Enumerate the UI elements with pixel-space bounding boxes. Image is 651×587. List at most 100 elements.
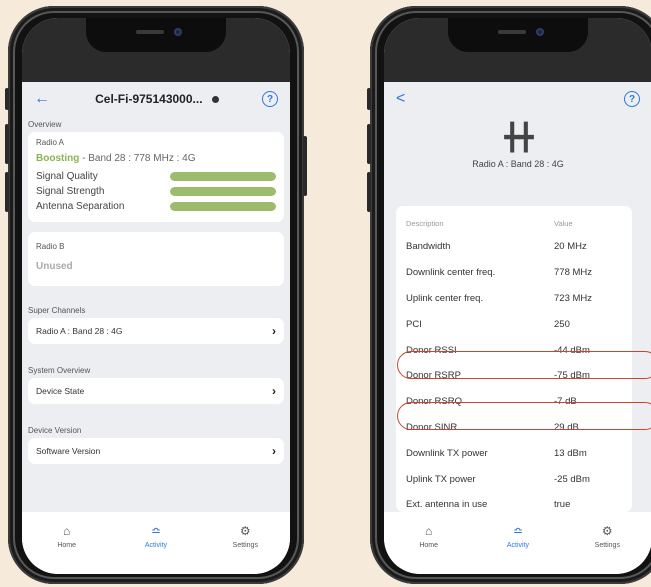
- chevron-right-icon: ›: [272, 384, 276, 398]
- highlight-donor-sinr: [397, 402, 651, 430]
- device-state-item[interactable]: Device State ›: [28, 378, 284, 404]
- tab-label: Settings: [232, 542, 258, 549]
- metric-label: Signal Quality: [36, 171, 98, 182]
- table-row: Uplink center freq. 723 MHz: [406, 286, 622, 312]
- bottom-nav: ⌂ Home ≏ Activity ⚙ Settings: [22, 512, 290, 574]
- speaker: [136, 30, 164, 34]
- home-icon: ⌂: [63, 524, 71, 538]
- tab-settings[interactable]: ⚙ Settings: [577, 524, 637, 574]
- row-description: Ext. antenna in use: [406, 499, 488, 511]
- phone-left: ← Cel-Fi-975143000... ? Overview Radio A…: [5, 6, 307, 584]
- gear-icon: ⚙: [601, 524, 613, 538]
- sliders-icon: ╋╋: [504, 122, 533, 152]
- volume-down-button: [5, 172, 9, 212]
- tab-label: Home: [419, 542, 438, 549]
- row-description: Uplink TX power: [406, 473, 476, 485]
- screen-left: ← Cel-Fi-975143000... ? Overview Radio A…: [22, 18, 290, 574]
- row-value: 250: [554, 318, 570, 330]
- power-button: [303, 136, 307, 196]
- radio-b-status: Unused: [36, 261, 73, 272]
- row-value: 13 dBm: [554, 447, 587, 459]
- back-arrow-icon[interactable]: ←: [34, 90, 52, 108]
- tab-activity[interactable]: ≏ Activity: [488, 524, 548, 574]
- radio-detail-content: < ? ╋╋ Radio A : Band 28 : 4G Descriptio…: [384, 82, 651, 512]
- signal-quality-bar: [170, 172, 276, 181]
- tab-home[interactable]: ⌂ Home: [399, 524, 459, 574]
- tab-activity[interactable]: ≏ Activity: [126, 524, 186, 574]
- metric-label: Antenna Separation: [36, 201, 125, 212]
- volume-down-button: [367, 172, 371, 212]
- home-icon: ⌂: [425, 524, 433, 538]
- section-label-system-overview: System Overview: [28, 366, 91, 375]
- row-value: -25 dBm: [554, 473, 590, 485]
- back-chevron-icon[interactable]: <: [396, 90, 414, 108]
- tab-home[interactable]: ⌂ Home: [37, 524, 97, 574]
- speaker: [498, 30, 526, 34]
- volume-up-button: [367, 124, 371, 164]
- radio-subtitle: Radio A : Band 28 : 4G: [472, 159, 564, 169]
- super-channel-label: Radio A : Band 28 : 4G: [36, 326, 123, 336]
- row-description: PCI: [406, 318, 422, 330]
- radio-a-status: Boosting: [36, 153, 80, 164]
- camera-icon: [536, 28, 544, 36]
- overview-content: ← Cel-Fi-975143000... ? Overview Radio A…: [22, 82, 290, 512]
- metric-signal-quality: Signal Quality: [36, 171, 276, 182]
- metric-antenna-separation: Antenna Separation: [36, 201, 276, 212]
- radio-a-title: Radio A: [36, 138, 65, 147]
- table-row: Uplink TX power -25 dBm: [406, 466, 622, 492]
- section-label-super-channels: Super Channels: [28, 306, 86, 315]
- section-label-overview: Overview: [28, 120, 62, 129]
- notch: [86, 18, 226, 52]
- notch: [448, 18, 588, 52]
- software-version-item[interactable]: Software Version ›: [28, 438, 284, 464]
- activity-icon: ≏: [512, 524, 524, 538]
- row-description: Bandwidth: [406, 241, 451, 253]
- chevron-right-icon: ›: [272, 324, 276, 338]
- camera-icon: [174, 28, 182, 36]
- tab-label: Home: [57, 542, 76, 549]
- row-description: Uplink center freq.: [406, 292, 484, 304]
- row-value: 20 MHz: [554, 241, 587, 253]
- radio-b-title: Radio B: [36, 242, 65, 251]
- super-channel-item[interactable]: Radio A : Band 28 : 4G ›: [28, 318, 284, 344]
- tab-label: Settings: [594, 542, 620, 549]
- status-bar: [22, 18, 290, 82]
- tab-label: Activity: [144, 542, 168, 549]
- radio-b-card: Radio B Unused: [28, 232, 284, 286]
- header-value: Value: [554, 218, 573, 228]
- table-row: PCI 250: [406, 311, 622, 337]
- radio-a-status-line: Boosting - Band 28 : 778 MHz : 4G: [36, 153, 276, 164]
- table-row: Downlink center freq. 778 MHz: [406, 260, 622, 286]
- device-state-label: Device State: [36, 386, 85, 396]
- volume-up-button: [5, 124, 9, 164]
- bottom-nav: ⌂ Home ≏ Activity ⚙ Settings: [384, 512, 651, 574]
- header-bar: < ?: [384, 82, 651, 116]
- tab-settings[interactable]: ⚙ Settings: [215, 524, 275, 574]
- status-bar: [384, 18, 651, 82]
- metric-signal-strength: Signal Strength: [36, 186, 276, 197]
- metric-label: Signal Strength: [36, 186, 105, 197]
- radio-a-band-detail: - Band 28 : 778 MHz : 4G: [79, 153, 196, 164]
- antenna-separation-fill: [170, 202, 276, 211]
- radio-a-card: Radio A Boosting - Band 28 : 778 MHz : 4…: [28, 132, 284, 222]
- table-header: Description Value: [406, 212, 622, 234]
- signal-strength-fill: [170, 187, 276, 196]
- activity-icon: ≏: [150, 524, 162, 538]
- signal-quality-fill: [170, 172, 276, 181]
- connection-status-icon: [211, 96, 219, 104]
- header-description: Description: [406, 218, 444, 228]
- table-row: Bandwidth 20 MHz: [406, 234, 622, 260]
- chevron-right-icon: ›: [272, 444, 276, 458]
- gear-icon: ⚙: [239, 524, 251, 538]
- help-icon[interactable]: ?: [624, 91, 640, 107]
- table-row: Downlink TX power 13 dBm: [406, 440, 622, 466]
- help-icon[interactable]: ?: [262, 91, 278, 107]
- device-name: Cel-Fi-975143000...: [95, 92, 203, 106]
- row-value: true: [554, 499, 571, 511]
- device-title: Cel-Fi-975143000...: [52, 92, 262, 106]
- row-description: Downlink center freq.: [406, 267, 496, 279]
- header-bar: ← Cel-Fi-975143000... ?: [22, 82, 290, 116]
- antenna-separation-bar: [170, 202, 276, 211]
- screen-right: < ? ╋╋ Radio A : Band 28 : 4G Descriptio…: [384, 18, 651, 574]
- tab-label: Activity: [506, 542, 530, 549]
